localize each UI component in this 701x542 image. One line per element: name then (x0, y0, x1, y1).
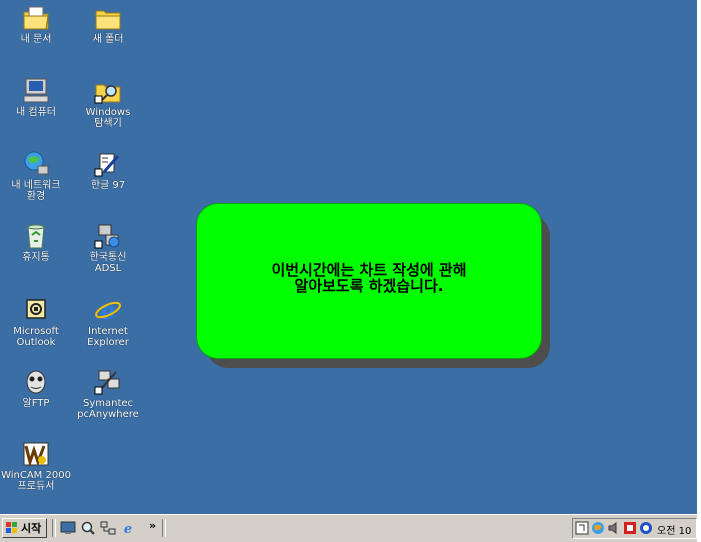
desktop-icon-my-documents[interactable]: 내 문서 (0, 4, 72, 45)
svg-text:e: e (100, 296, 115, 324)
show-desktop-icon[interactable] (60, 520, 76, 536)
taskbar-separator (52, 519, 56, 537)
documents-folder-icon (20, 4, 52, 32)
wincam-icon (20, 440, 52, 468)
desktop-icon-label: Internet Explorer (87, 326, 129, 348)
folder-icon (92, 4, 124, 32)
desktop-icon-recycle-bin[interactable]: 휴지통 (0, 222, 72, 263)
desktop-icon-label: 휴지통 (22, 252, 50, 263)
taskbar-separator (162, 519, 166, 537)
desktop-icon-label: 알FTP (22, 398, 50, 409)
system-tray: 오전 10 (572, 518, 697, 539)
windows-logo-icon (6, 522, 17, 533)
callout-box: 이번시간에는 차트 작성에 관해 알아보도록 하겠습니다. (196, 203, 542, 359)
explorer-icon (92, 77, 124, 105)
callout-message: 이번시간에는 차트 작성에 관해 알아보도록 하겠습니다. (197, 262, 541, 294)
hangul-icon (92, 150, 124, 178)
desktop-icon-label: 한글 97 (90, 180, 126, 191)
recycle-bin-icon (20, 222, 52, 250)
computer-icon (20, 77, 52, 105)
desktop-icon-label: 내 네트워크 환경 (11, 180, 61, 202)
network-icon[interactable] (591, 521, 605, 535)
desktop-icon-adsl[interactable]: 한국통신 ADSL (72, 222, 144, 274)
desktop-icon-label: 한국통신 ADSL (89, 252, 127, 274)
pcanywhere-icon (92, 368, 124, 396)
quick-launch-more-button[interactable]: » (149, 519, 156, 532)
desktop-icon-internet-explorer[interactable]: e Internet Explorer (72, 296, 144, 348)
speaker-icon[interactable] (607, 521, 621, 535)
desktop-icon-label: Microsoft Outlook (13, 326, 59, 348)
desktop-icon-alftp[interactable]: 알FTP (0, 368, 72, 409)
virus-shield-icon[interactable] (623, 521, 637, 535)
search-icon[interactable] (80, 520, 96, 536)
taskbar: 시작 e » 오전 10 (0, 514, 697, 542)
desktop: 내 문서 내 컴퓨터 내 네트워크 환경 휴지통 Microsoft Outlook… (0, 0, 697, 514)
start-label: 시작 (21, 522, 42, 535)
network-connection-icon (92, 222, 124, 250)
svg-text:e: e (124, 522, 132, 536)
network-icon (20, 150, 52, 178)
clock[interactable]: 오전 10 (657, 522, 691, 537)
desktop-icon-label: Symantec pcAnywhere (77, 398, 139, 420)
network-icon[interactable] (100, 520, 116, 536)
messenger-icon[interactable] (639, 521, 653, 535)
callout-line-1: 이번시간에는 차트 작성에 관해 (271, 261, 467, 279)
callout-line-2: 알아보도록 하겠습니다. (294, 277, 444, 295)
outlook-icon (20, 296, 52, 324)
desktop-icon-new-folder[interactable]: 새 폴더 (72, 4, 144, 45)
desktop-icon-pcanywhere[interactable]: Symantec pcAnywhere (72, 368, 144, 420)
desktop-icon-label: 새 폴더 (92, 34, 124, 45)
desktop-icon-my-computer[interactable]: 내 컴퓨터 (0, 77, 72, 118)
desktop-icon-network-places[interactable]: 내 네트워크 환경 (0, 150, 72, 202)
internet-explorer-icon[interactable]: e (120, 520, 136, 536)
desktop-icon-label: 내 컴퓨터 (16, 107, 56, 118)
desktop-icon-windows-explorer[interactable]: Windows 탐색기 (72, 77, 144, 129)
desktop-icon-label: WinCAM 2000 프로듀서 (1, 470, 71, 492)
desktop-icon-outlook[interactable]: Microsoft Outlook (0, 296, 72, 348)
alftp-icon (20, 368, 52, 396)
desktop-icon-label: Windows 탐색기 (85, 107, 131, 129)
internet-explorer-icon: e (92, 296, 124, 324)
desktop-icon-label: 내 문서 (20, 34, 52, 45)
start-button[interactable]: 시작 (2, 518, 47, 538)
desktop-icon-hangul-97[interactable]: 한글 97 (72, 150, 144, 191)
ime-icon[interactable] (575, 521, 589, 535)
desktop-icon-wincam[interactable]: WinCAM 2000 프로듀서 (0, 440, 72, 492)
